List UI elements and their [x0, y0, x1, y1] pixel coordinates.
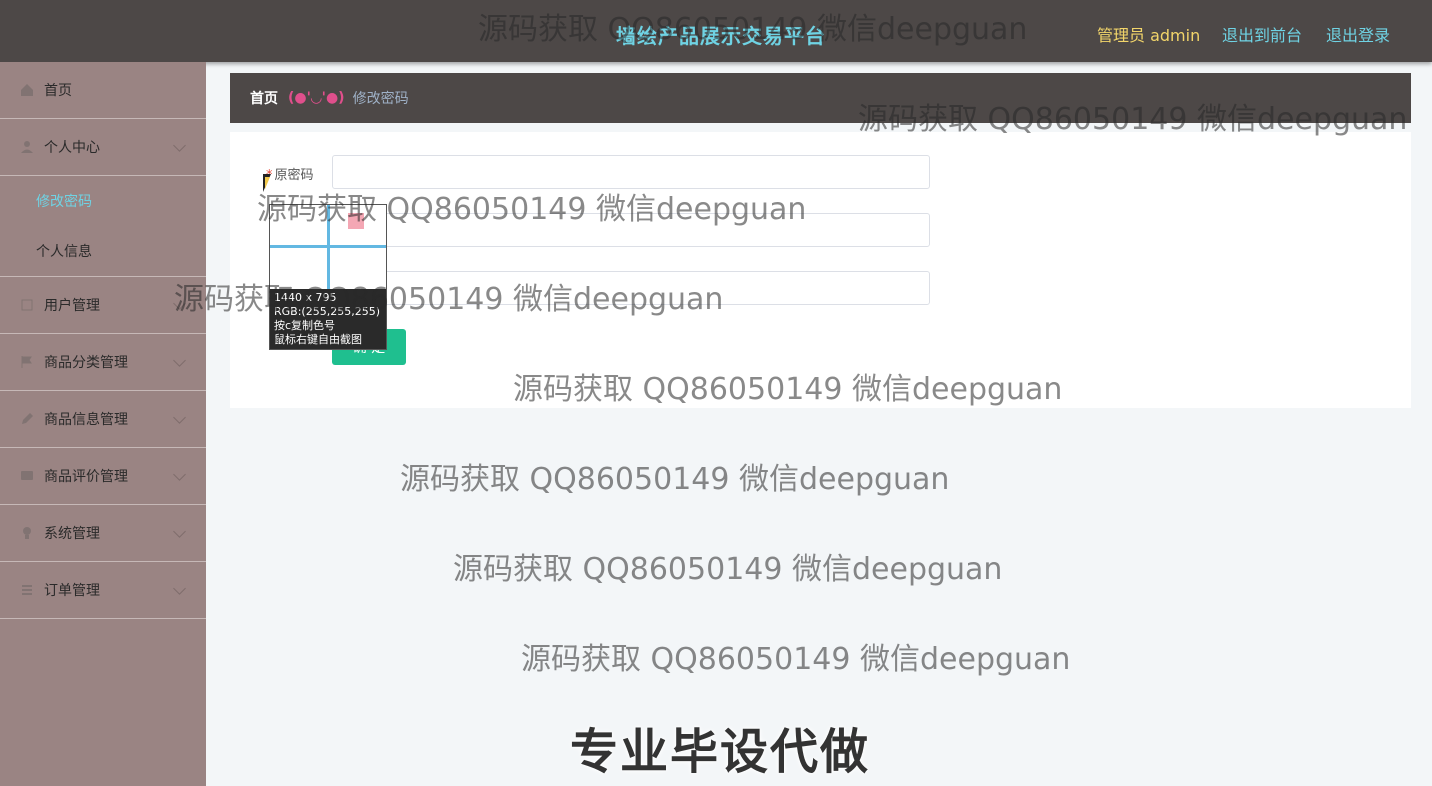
sidebar-item-user-management[interactable]: 用户管理 — [0, 277, 206, 334]
users-icon — [21, 299, 33, 311]
settings-icon — [23, 527, 31, 539]
old-password-input[interactable] — [332, 155, 930, 189]
picker-size: 1440 x 795 — [274, 291, 337, 304]
sidebar-item-product-management[interactable]: 商品信息管理 — [0, 391, 206, 448]
sidebar-item-label: 首页 — [44, 83, 72, 99]
chevron-down-icon — [173, 354, 186, 367]
confirm-password-input[interactable] — [332, 271, 930, 305]
sidebar-item-home[interactable]: 首页 — [0, 62, 206, 119]
personal-center-submenu: 修改密码 个人信息 — [0, 176, 206, 277]
chevron-down-icon — [173, 525, 186, 538]
chevron-up-icon — [173, 139, 186, 152]
sidebar-item-label: 个人中心 — [44, 140, 100, 156]
chevron-down-icon — [173, 411, 186, 424]
list-icon — [22, 585, 32, 595]
admin-label: 管理员 admin — [1097, 26, 1201, 45]
crosshair-horizontal — [270, 245, 386, 248]
sidebar-item-review-management[interactable]: 商品评价管理 — [0, 448, 206, 505]
flag-icon — [21, 356, 32, 368]
sidebar-item-label: 用户管理 — [44, 298, 100, 314]
picker-info: 1440 x 795 RGB:(255,255,255) 按c复制色号 鼠标右键… — [270, 289, 386, 349]
picker-hint-copy: 按c复制色号 — [274, 319, 336, 332]
sidebar-subitem-change-password[interactable]: 修改密码 — [0, 176, 206, 226]
user-icon — [21, 141, 33, 153]
breadcrumb-home[interactable]: 首页 — [250, 88, 278, 108]
picker-rgb: RGB:(255,255,255) — [274, 305, 380, 318]
old-password-label: * 原密码 — [266, 164, 314, 183]
breadcrumb: 首页 (●'◡'●) 修改密码 — [230, 73, 1411, 123]
sidebar-item-label: 系统管理 — [44, 526, 100, 542]
top-header: 墙绘产品展示交易平台 管理员 admin 退出到前台 退出登录 — [0, 0, 1432, 62]
home-icon — [21, 84, 33, 96]
sidebar-item-label: 商品评价管理 — [44, 469, 128, 485]
edit-icon — [22, 413, 33, 424]
comment-icon — [21, 471, 33, 480]
logout-link[interactable]: 退出登录 — [1326, 22, 1390, 46]
color-picker-overlay: 1440 x 795 RGB:(255,255,255) 按c复制色号 鼠标右键… — [269, 204, 387, 350]
breadcrumb-current: 修改密码 — [352, 91, 409, 107]
watermark-big: 专业毕设代做 — [570, 724, 871, 780]
site-title: 墙绘产品展示交易平台 — [616, 24, 826, 48]
sidebar-item-category-management[interactable]: 商品分类管理 — [0, 334, 206, 391]
sidebar-item-system-management[interactable]: 系统管理 — [0, 505, 206, 562]
watermark: 源码获取 QQ86050149 微信deepguan — [453, 552, 1003, 587]
chevron-down-icon — [173, 297, 186, 310]
watermark: 源码获取 QQ86050149 微信deepguan — [521, 642, 1071, 677]
sidebar-item-personal-center[interactable]: 个人中心 — [0, 119, 206, 176]
chevron-down-icon — [173, 468, 186, 481]
sidebar-item-order-management[interactable]: 订单管理 — [0, 562, 206, 619]
chevron-down-icon — [173, 582, 186, 595]
mouse-cursor-icon — [263, 174, 271, 192]
watermark: 源码获取 QQ86050149 微信deepguan — [400, 462, 950, 497]
sidebar-item-label: 商品信息管理 — [44, 412, 128, 428]
magnified-pixels — [348, 213, 364, 229]
sidebar-item-label: 商品分类管理 — [44, 355, 128, 371]
new-password-input[interactable] — [332, 213, 930, 247]
sidebar: 首页 个人中心 修改密码 个人信息 用户管理 商品分类管理 商品信息管理 商品评… — [0, 62, 206, 786]
exit-to-front-link[interactable]: 退出到前台 — [1222, 22, 1302, 46]
breadcrumb-separator: (●'◡'●) — [288, 90, 345, 106]
old-password-label-text: 原密码 — [274, 168, 314, 183]
sidebar-item-label: 订单管理 — [44, 583, 100, 599]
sidebar-subitem-personal-info[interactable]: 个人信息 — [0, 226, 206, 276]
picker-hint-screenshot: 鼠标右键自由截图 — [274, 333, 362, 346]
